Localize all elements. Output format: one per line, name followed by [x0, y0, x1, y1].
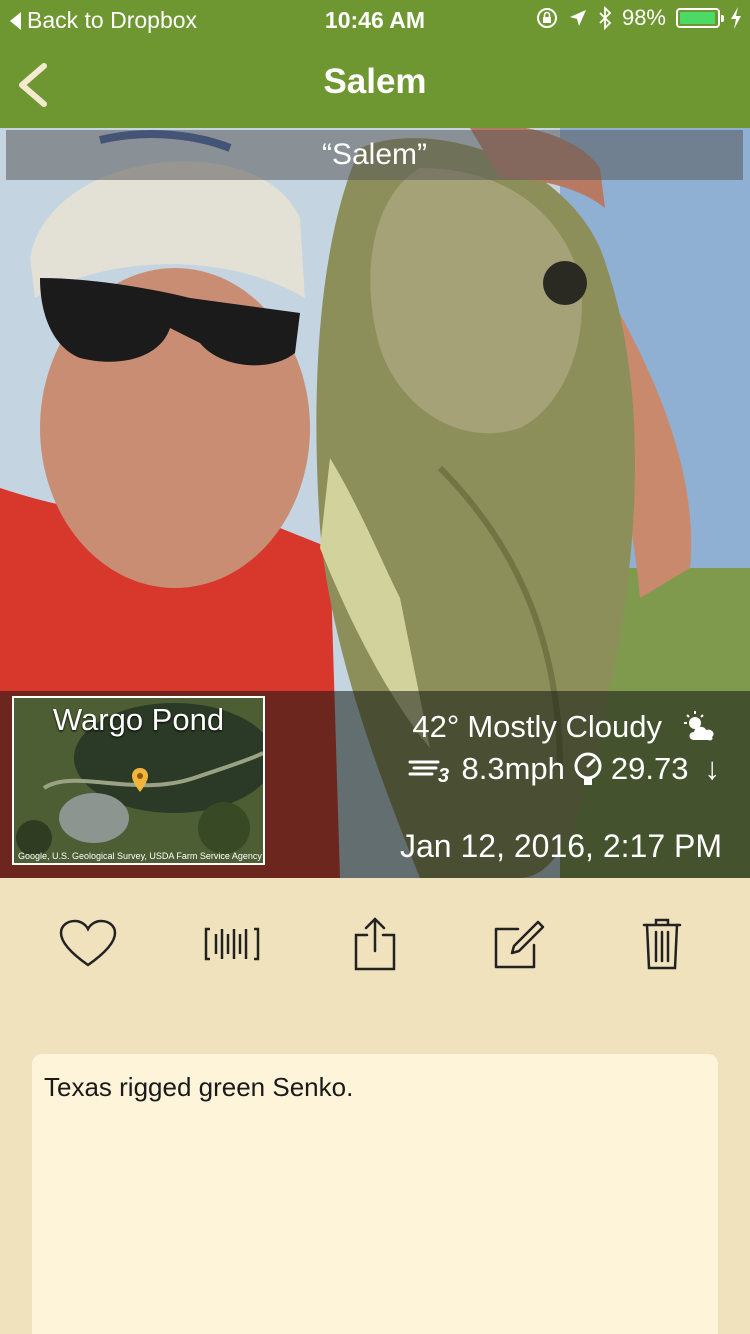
svg-text:3: 3 — [438, 765, 449, 784]
location-map[interactable]: Wargo Pond Google, U.S. Geological Surve… — [12, 696, 265, 865]
map-pin-icon — [132, 768, 148, 792]
status-bar: Back to Dropbox 10:46 AM 98% — [0, 0, 750, 40]
temperature: 42° — [412, 709, 460, 744]
bluetooth-icon — [599, 6, 612, 30]
catch-photo[interactable]: “Salem” Wargo Pond Google, U.S. Geologic… — [0, 128, 750, 878]
share-icon — [354, 917, 396, 971]
nav-bar: Salem — [0, 40, 750, 128]
photo-caption: “Salem” — [6, 130, 743, 180]
charging-bolt-icon — [731, 7, 741, 29]
heart-icon — [59, 919, 117, 967]
measure-button[interactable] — [200, 916, 264, 972]
weather-conditions: Mostly Cloudy — [467, 709, 662, 744]
barometer-icon — [574, 752, 602, 785]
favorite-button[interactable] — [56, 916, 120, 972]
wind-speed: 8.3mph — [461, 751, 565, 786]
battery-icon — [676, 8, 724, 28]
catch-datetime: Jan 12, 2016, 2:17 PM — [400, 828, 722, 864]
edit-icon — [494, 920, 545, 969]
notes-field[interactable]: Texas rigged green Senko. — [32, 1054, 718, 1334]
pressure-trend-arrow: ↓ — [704, 751, 721, 786]
partly-cloudy-icon — [684, 711, 714, 741]
location-arrow-icon — [569, 10, 586, 26]
battery-percent: 98% — [621, 5, 666, 30]
barometric-pressure: 29.73 — [610, 751, 689, 786]
location-name: Wargo Pond — [52, 702, 225, 737]
map-credit: Google, U.S. Geological Survey, USDA Far… — [18, 851, 262, 861]
weather-info: 42° Mostly Cloudy 3 8.3mph 29.73 ↓ — [408, 706, 720, 790]
orientation-lock-icon — [536, 8, 557, 28]
notes-text: Texas rigged green Senko. — [44, 1072, 354, 1102]
wind-icon: 3 — [408, 760, 449, 784]
share-button[interactable] — [343, 916, 407, 972]
action-bar — [0, 878, 750, 1008]
trash-icon — [642, 918, 682, 970]
page-title: Salem — [323, 62, 427, 101]
edit-button[interactable] — [487, 916, 551, 972]
ruler-icon — [204, 927, 260, 961]
delete-button[interactable] — [630, 916, 694, 972]
